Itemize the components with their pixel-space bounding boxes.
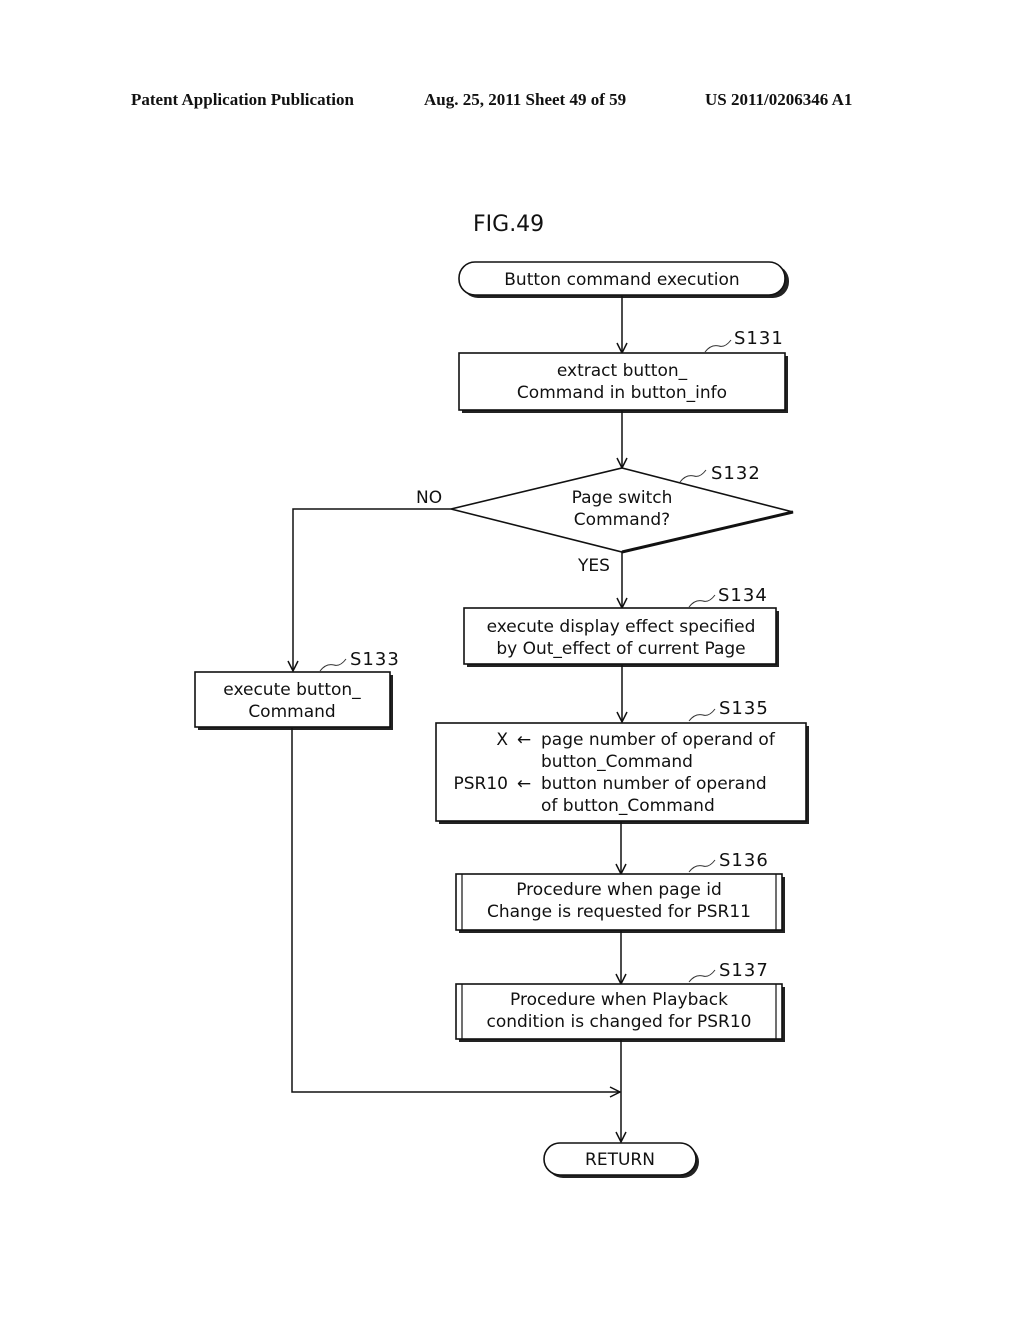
decision-s132-line-1: Page switch [572, 488, 673, 508]
step-s131-line-2: Command in button_info [517, 383, 727, 403]
step-s134: execute display effect specified by Out_… [463, 607, 779, 667]
step-s137: Procedure when Playback condition is cha… [455, 983, 785, 1042]
decision-s132-line-2: Command? [574, 510, 670, 530]
step-s133-line-2: Command [248, 702, 335, 722]
step-s132-label: S132 [711, 463, 761, 484]
step-s131: extract button_ Command in button_info [458, 352, 788, 413]
step-s135-label: S135 [719, 698, 769, 719]
branch-yes-label: YES [577, 556, 610, 576]
start-label: Button command execution [504, 270, 739, 290]
step-s133-label: S133 [350, 649, 400, 670]
no-branch-connector [292, 508, 451, 670]
step-s137-line-1: Procedure when Playback [510, 990, 728, 1010]
step-label-leader [319, 658, 347, 672]
step-label-leader [688, 708, 716, 722]
assign-arrow-icon: ← [517, 730, 531, 750]
step-label-leader [704, 339, 732, 353]
step-s135-target-psr10: PSR10 [454, 774, 509, 794]
step-s137-label: S137 [719, 960, 769, 981]
end-label: RETURN [585, 1150, 655, 1170]
step-s136-line-2: Change is requested for PSR11 [487, 902, 751, 922]
step-s135-x-line-1: page number of operand of [541, 730, 776, 750]
end-terminator: RETURN [543, 1142, 699, 1178]
step-s134-line-1: execute display effect specified [487, 617, 756, 637]
step-s133: execute button_ Command [194, 671, 393, 730]
step-label-leader [688, 594, 716, 608]
step-s135-target-x: X [496, 730, 508, 750]
step-s134-line-2: by Out_effect of current Page [496, 639, 745, 659]
step-s135-psr10-line-1: button number of operand [541, 774, 767, 794]
step-s133-line-1: execute button_ [223, 680, 361, 700]
step-s136-line-1: Procedure when page id [516, 880, 722, 900]
step-label-leader [688, 859, 716, 873]
step-label-leader [679, 469, 707, 483]
step-s131-line-1: extract button_ [557, 361, 688, 381]
step-s136: Procedure when page id Change is request… [455, 873, 785, 933]
step-s135-x-line-2: button_Command [541, 752, 693, 772]
step-s131-label: S131 [734, 328, 784, 349]
step-s137-line-2: condition is changed for PSR10 [486, 1012, 751, 1032]
figure-title: FIG.49 [473, 212, 544, 237]
flowchart: FIG.49 Button command execution extract … [194, 212, 809, 1178]
assign-arrow-icon: ← [517, 774, 531, 794]
step-s134-label: S134 [718, 585, 768, 606]
step-s135-psr10-line-2: of button_Command [541, 796, 715, 816]
step-label-leader [688, 969, 716, 983]
step-s136-label: S136 [719, 850, 769, 871]
branch-no-label: NO [416, 488, 442, 508]
step-s135: X ← page number of operand of button_Com… [435, 722, 809, 824]
start-terminator: Button command execution [458, 261, 789, 298]
